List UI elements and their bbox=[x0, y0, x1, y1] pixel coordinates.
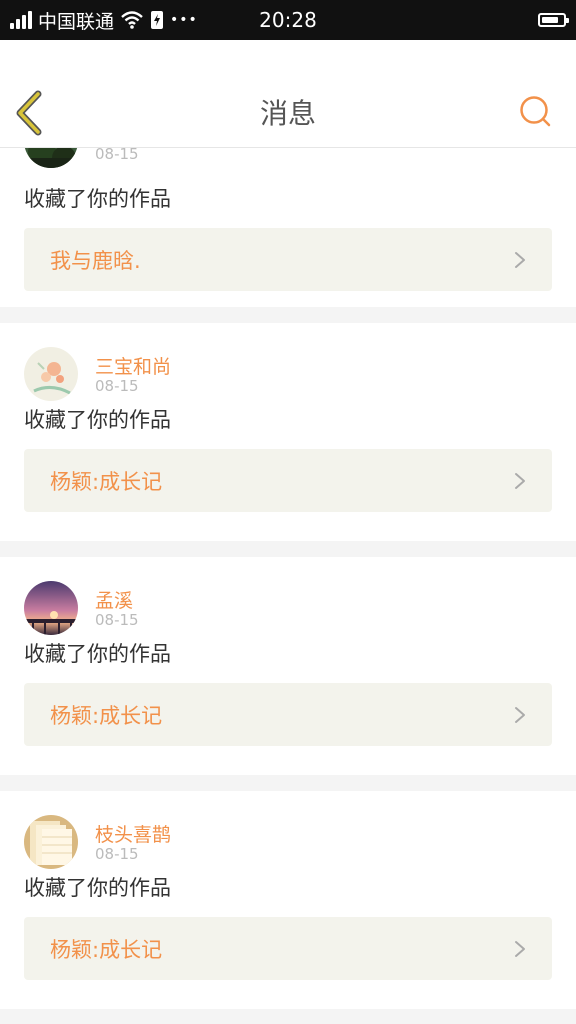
message-date: 08-15 bbox=[95, 148, 139, 163]
work-link[interactable]: 杨颖:成长记 bbox=[24, 917, 552, 980]
avatar[interactable] bbox=[24, 148, 78, 168]
message-date: 08-15 bbox=[95, 845, 139, 863]
avatar[interactable] bbox=[24, 815, 78, 869]
header-bar: 消息 bbox=[0, 40, 576, 148]
work-title: 杨颖:成长记 bbox=[50, 703, 163, 728]
message-card: 08-15 收藏了你的作品 我与鹿晗. bbox=[0, 148, 576, 307]
message-card: 孟溪 08-15 收藏了你的作品 杨颖:成长记 bbox=[0, 557, 576, 775]
user-row: 08-15 bbox=[24, 148, 552, 188]
battery-fill bbox=[542, 17, 558, 23]
work-title: 杨颖:成长记 bbox=[50, 469, 163, 494]
user-row: 枝头喜鹊 08-15 bbox=[24, 791, 552, 877]
work-link[interactable]: 杨颖:成长记 bbox=[24, 683, 552, 746]
user-row: 三宝和尚 08-15 bbox=[24, 323, 552, 409]
message-date: 08-15 bbox=[95, 611, 139, 629]
battery-icon bbox=[538, 13, 569, 27]
search-icon[interactable] bbox=[518, 94, 554, 130]
message-list[interactable]: 08-15 收藏了你的作品 我与鹿晗. 三宝和尚 08-15 收藏了你的作品 杨… bbox=[0, 148, 576, 1024]
work-title: 我与鹿晗. bbox=[50, 248, 141, 273]
message-date: 08-15 bbox=[95, 377, 139, 395]
action-text: 收藏了你的作品 bbox=[24, 187, 171, 211]
message-card: 三宝和尚 08-15 收藏了你的作品 杨颖:成长记 bbox=[0, 323, 576, 541]
chevron-right-icon bbox=[515, 251, 525, 268]
work-link[interactable]: 杨颖:成长记 bbox=[24, 449, 552, 512]
work-link[interactable]: 我与鹿晗. bbox=[24, 228, 552, 291]
work-title: 杨颖:成长记 bbox=[50, 937, 163, 962]
user-name[interactable]: 三宝和尚 bbox=[95, 352, 171, 379]
action-text: 收藏了你的作品 bbox=[24, 876, 171, 900]
message-card: 枝头喜鹊 08-15 收藏了你的作品 杨颖:成长记 bbox=[0, 791, 576, 1009]
page-title: 消息 bbox=[259, 97, 316, 130]
action-text: 收藏了你的作品 bbox=[24, 642, 171, 666]
action-text: 收藏了你的作品 bbox=[24, 408, 171, 432]
chevron-right-icon bbox=[515, 706, 525, 723]
chevron-right-icon bbox=[515, 472, 525, 489]
chevron-right-icon bbox=[515, 940, 525, 957]
user-name[interactable]: 枝头喜鹊 bbox=[95, 820, 171, 847]
user-name[interactable]: 孟溪 bbox=[95, 586, 133, 613]
avatar[interactable] bbox=[24, 581, 78, 635]
status-time: 20:28 bbox=[259, 8, 317, 32]
avatar[interactable] bbox=[24, 347, 78, 401]
user-row: 孟溪 08-15 bbox=[24, 557, 552, 643]
status-bar: 中国联通 ••• 20:28 bbox=[0, 0, 576, 40]
